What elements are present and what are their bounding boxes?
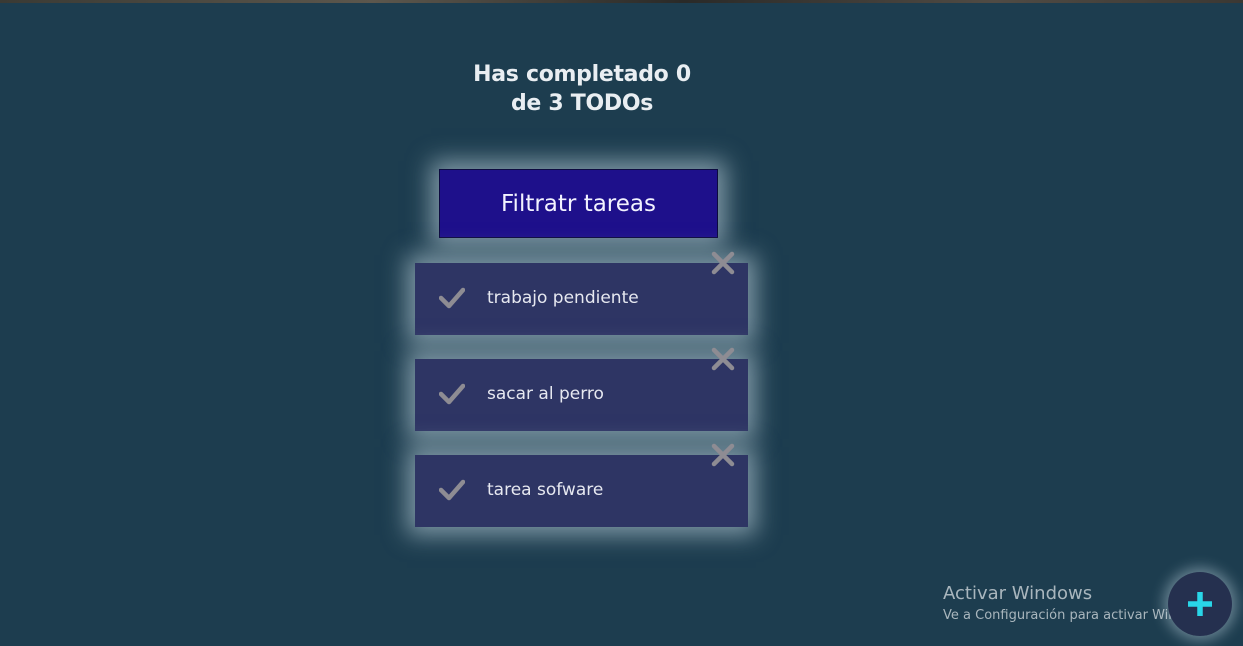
title-line-1: Has completado 0 xyxy=(473,62,691,87)
todo-label: tarea sofware xyxy=(487,480,604,500)
activate-windows-title: Activar Windows xyxy=(943,583,1093,604)
close-icon[interactable] xyxy=(710,442,736,468)
check-icon[interactable] xyxy=(438,479,466,501)
page-title: Has completado 0 de 3 TODOs xyxy=(432,60,732,118)
todo-item: sacar al perro xyxy=(415,347,748,431)
todo-label: trabajo pendiente xyxy=(487,288,639,308)
close-icon[interactable] xyxy=(710,346,736,372)
plus-icon xyxy=(1188,592,1212,616)
add-todo-button[interactable] xyxy=(1168,572,1232,636)
close-icon[interactable] xyxy=(710,250,736,276)
check-icon[interactable] xyxy=(438,383,466,405)
title-line-2: de 3 TODOs xyxy=(510,91,654,116)
todo-item: tarea sofware xyxy=(415,443,748,527)
todo-item: trabajo pendiente xyxy=(415,251,748,335)
screen-top-edge xyxy=(0,0,1243,3)
check-icon[interactable] xyxy=(438,287,466,309)
todo-label: sacar al perro xyxy=(487,384,604,404)
filter-tasks-button[interactable]: Filtratr tareas xyxy=(439,169,718,238)
